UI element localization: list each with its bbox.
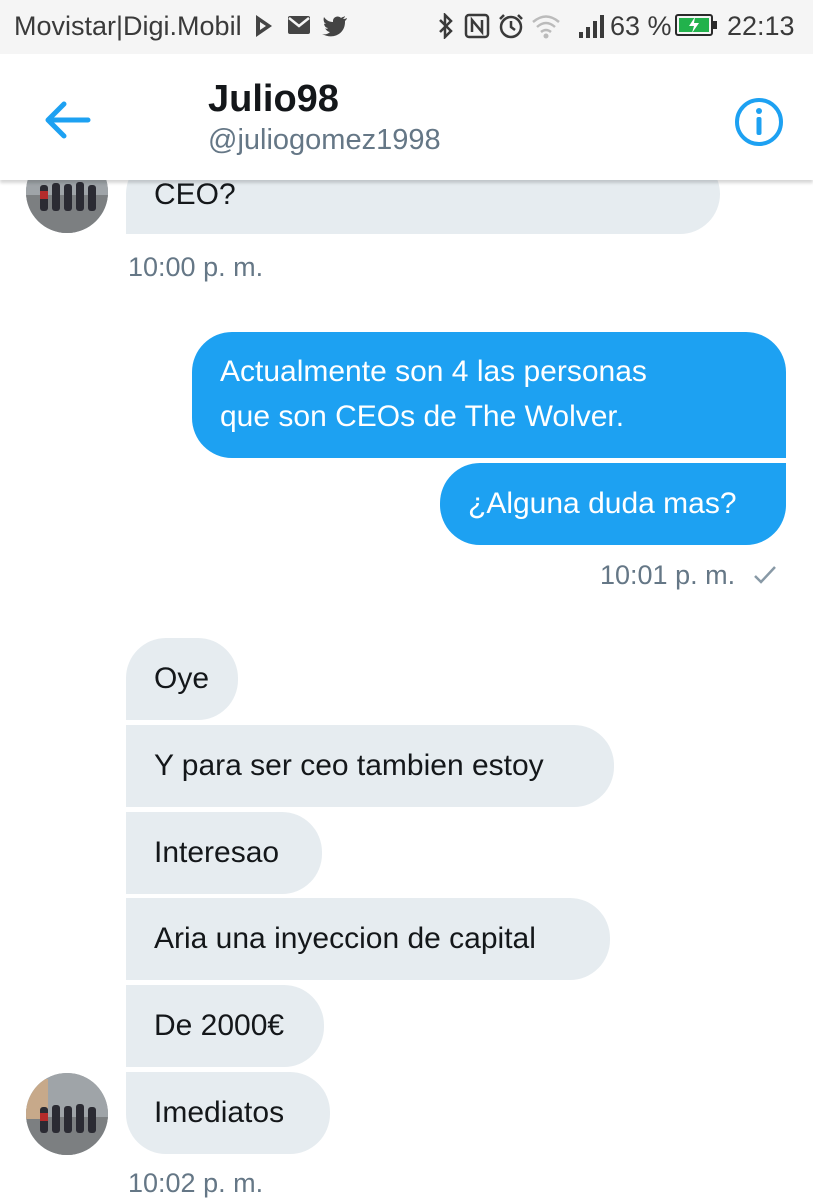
info-icon [735,98,783,146]
carrier-name: Movistar|Digi.Mobil [14,11,242,41]
message-text-line: Actualmente son 4 las personas [220,355,647,388]
message-text: CEO? [154,180,236,211]
message-text: Aria una inyeccion de capital [154,922,536,955]
avatar[interactable] [26,180,108,233]
bluetooth-icon [439,13,453,39]
message-text: Imediatos [154,1096,285,1129]
message-text: Y para ser ceo tambien estoy [154,749,544,782]
message-text: Oye [154,662,210,695]
twitter-icon [322,16,347,37]
contact-handle: @juliogomez1998 [208,124,441,156]
message-timestamp: 10:01 p. m. [600,560,777,591]
status-bar: Movistar|Digi.Mobil 63 % 22:13 [0,0,813,54]
alarm-icon [499,14,523,39]
message-text: Interesao [154,836,280,869]
info-button[interactable] [733,96,785,148]
incoming-message[interactable]: CEO? [126,180,720,234]
battery-percent: 63 % [610,11,672,41]
message-text: ¿Alguna duda mas? [468,487,737,520]
incoming-message[interactable]: Y para ser ceo tambien estoy [126,725,614,807]
sent-check-icon [753,566,776,584]
contact-name: Julio98 [208,78,339,120]
incoming-message[interactable]: De 2000€ [126,985,324,1067]
back-button[interactable] [40,96,96,144]
incoming-message[interactable]: Oye [126,638,238,720]
conversation-header: Julio98 @juliogomez1998 [0,54,813,180]
outgoing-message[interactable]: ¿Alguna duda mas? [440,463,786,545]
avatar[interactable] [26,1073,108,1155]
incoming-message[interactable]: Interesao [126,812,322,894]
message-text-line: que son CEOs de The Wolver. [220,400,625,433]
wifi-icon [532,15,560,39]
cell-signal-icon [579,15,604,38]
nfc-icon [464,13,490,39]
battery-icon [675,14,717,36]
timestamp-text: 10:01 p. m. [600,560,736,590]
outgoing-message[interactable]: Actualmente son 4 las personas que son C… [192,332,786,458]
incoming-message[interactable]: Aria una inyeccion de capital [126,898,610,980]
incoming-message[interactable]: Imediatos [126,1072,330,1154]
message-list[interactable]: CEO? 10:00 p. m. Actualmente son 4 las p… [0,180,813,1200]
message-timestamp: 10:02 p. m. [128,1168,264,1198]
message-timestamp: 10:00 p. m. [128,252,264,282]
clock: 22:13 [727,11,795,41]
message-text: De 2000€ [154,1009,285,1042]
signal-app-icon [256,15,272,37]
mail-icon [288,16,310,34]
arrow-left-icon [45,101,91,139]
